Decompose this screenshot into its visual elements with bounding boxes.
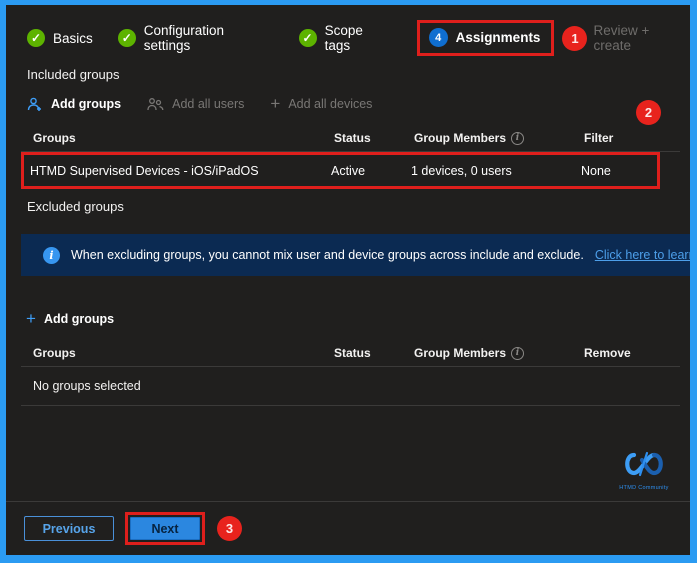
tab-assignments-label[interactable]: Assignments — [456, 30, 541, 45]
col-status: Status — [334, 346, 414, 360]
row-members: 1 devices, 0 users — [411, 164, 581, 178]
tab-review-create: 1 Review + create — [562, 23, 690, 53]
add-groups-label: Add groups — [51, 97, 121, 111]
next-highlight-box: Next — [125, 512, 205, 545]
included-table-header: Groups Status Group Members i Filter — [6, 131, 690, 145]
add-all-users-button: Add all users — [147, 97, 244, 112]
annotation-3-badge: 3 — [217, 516, 242, 541]
footer-bar: Previous Next 3 — [6, 501, 690, 555]
excluded-add-groups-button[interactable]: + Add groups — [26, 312, 114, 326]
annotation-1-badge: 1 — [562, 26, 587, 51]
check-icon: ✓ — [118, 29, 136, 47]
col-remove: Remove — [584, 346, 690, 360]
info-banner-link[interactable]: Click here to learn more about — [595, 248, 690, 262]
included-group-row[interactable]: HTMD Supervised Devices - iOS/iPadOS Act… — [21, 152, 660, 189]
info-icon[interactable]: i — [511, 132, 524, 145]
tab-basics-label: Basics — [53, 31, 93, 46]
assignments-wizard-page: ✓ Basics ✓ Configuration settings ✓ Scop… — [0, 0, 697, 563]
add-all-devices-label: Add all devices — [288, 97, 372, 111]
col-groups: Groups — [33, 346, 334, 360]
wizard-steps: ✓ Basics ✓ Configuration settings ✓ Scop… — [27, 18, 690, 58]
tab-basics[interactable]: ✓ Basics — [27, 29, 93, 47]
annotation-2-badge: 2 — [636, 100, 661, 125]
excluded-actions: + Add groups — [26, 309, 690, 329]
tab-configuration-settings[interactable]: ✓ Configuration settings — [118, 23, 274, 53]
tab-scope-tags[interactable]: ✓ Scope tags — [299, 23, 392, 53]
excluded-groups-title: Excluded groups — [27, 199, 690, 214]
included-actions: Add groups Add all users + Add all devic… — [27, 94, 690, 114]
row-group-name: HTMD Supervised Devices - iOS/iPadOS — [30, 164, 331, 178]
col-group-members: Group Members i — [414, 346, 584, 360]
add-groups-button[interactable]: Add groups — [27, 97, 121, 112]
tab-review-label: Review + create — [593, 23, 690, 53]
infinity-logo-icon — [621, 449, 667, 479]
tab-configuration-label: Configuration settings — [144, 23, 274, 53]
info-banner-icon: i — [43, 247, 60, 264]
col-status: Status — [334, 131, 414, 145]
add-person-icon — [27, 97, 43, 112]
excluded-table-header: Groups Status Group Members i Remove — [6, 346, 690, 360]
plus-icon: + — [26, 312, 36, 326]
excluded-add-groups-label: Add groups — [44, 312, 114, 326]
row-filter: None — [581, 164, 657, 178]
col-group-members: Group Members i — [414, 131, 584, 145]
previous-button[interactable]: Previous — [24, 516, 114, 541]
tab-assignments-highlight-box: 4 Assignments — [417, 20, 555, 56]
info-icon[interactable]: i — [511, 347, 524, 360]
divider — [21, 405, 680, 406]
check-icon: ✓ — [299, 29, 317, 47]
row-status: Active — [331, 164, 411, 178]
plus-icon: + — [270, 97, 280, 111]
info-banner-text: When excluding groups, you cannot mix us… — [71, 248, 584, 262]
check-icon: ✓ — [27, 29, 45, 47]
col-groups: Groups — [33, 131, 334, 145]
tab-scope-tags-label: Scope tags — [325, 23, 392, 53]
htmd-community-logo: HTMD Community — [612, 449, 676, 491]
info-banner: i When excluding groups, you cannot mix … — [21, 234, 690, 276]
next-button[interactable]: Next — [130, 517, 200, 540]
add-all-devices-button: + Add all devices — [270, 97, 372, 111]
no-groups-selected-text: No groups selected — [6, 367, 690, 405]
step-number-icon: 4 — [429, 28, 448, 47]
add-all-users-label: Add all users — [172, 97, 244, 111]
col-filter: Filter — [584, 131, 690, 145]
people-icon — [147, 97, 164, 112]
logo-text: HTMD Community — [612, 485, 676, 491]
included-groups-title: Included groups — [27, 67, 690, 82]
